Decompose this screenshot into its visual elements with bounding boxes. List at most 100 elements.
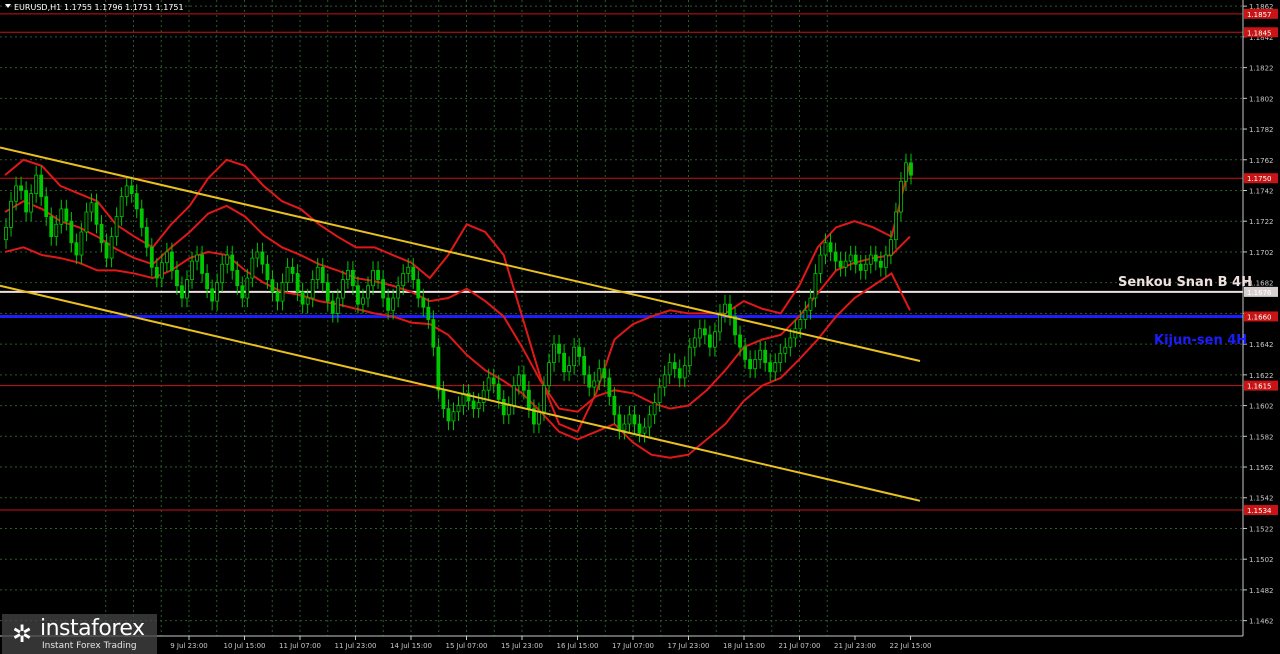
candle-body <box>39 174 44 198</box>
candle-body <box>295 273 300 293</box>
candle-body <box>748 359 753 370</box>
candle-body <box>154 266 159 279</box>
y-tick-label: 1.1582 <box>1249 433 1274 441</box>
y-tick-label: 1.1782 <box>1249 126 1274 134</box>
candle-body <box>215 282 220 302</box>
candle-body <box>723 303 727 314</box>
candle-body <box>592 380 597 388</box>
candle-body <box>361 297 365 305</box>
x-tick-label: 9 Jul 23:00 <box>170 642 208 650</box>
candle-body <box>838 260 843 268</box>
candle-body <box>552 343 556 363</box>
candle-body <box>582 356 587 376</box>
candle-body <box>381 279 385 299</box>
candle-body <box>491 377 496 385</box>
candle-body <box>687 346 692 367</box>
candle-body <box>853 254 858 265</box>
candle-body <box>778 352 783 363</box>
candle-body <box>391 297 396 311</box>
candle-body <box>702 328 707 336</box>
candle-body <box>371 269 375 287</box>
x-tick-label: 18 Jul 15:00 <box>723 642 765 650</box>
x-tick-label: 22 Jul 15:00 <box>890 642 932 650</box>
candle-body <box>476 402 481 410</box>
x-tick-label: 11 Jul 07:00 <box>279 642 321 650</box>
candle-body <box>793 328 798 339</box>
candle-body <box>114 216 119 237</box>
candle-body <box>69 220 74 244</box>
candle-body <box>803 309 808 320</box>
candle-body <box>557 343 561 354</box>
candle-body <box>180 285 184 299</box>
symbol-label: EURUSD,H1 <box>14 3 61 12</box>
candle-body <box>426 306 431 320</box>
candle-body <box>89 202 94 213</box>
candle-body <box>185 279 189 299</box>
candle-body <box>697 328 702 339</box>
candle-body <box>280 282 285 302</box>
candle-body <box>894 211 898 241</box>
candle-body <box>84 211 89 233</box>
candle-body <box>758 349 763 360</box>
logo-name: instaforex <box>40 616 145 641</box>
candle-body <box>49 216 54 237</box>
candle-body <box>54 223 59 237</box>
price-tag-label: 1.1660 <box>1247 313 1272 321</box>
y-tick-label: 1.1642 <box>1249 341 1274 349</box>
candle-body <box>602 368 607 379</box>
candle-body <box>175 269 179 287</box>
candle-body <box>567 365 572 373</box>
candle-body <box>320 266 325 284</box>
candle-body <box>662 374 667 388</box>
candle-body <box>74 242 79 256</box>
candle-body <box>888 239 893 256</box>
y-tick-label: 1.1602 <box>1249 403 1274 411</box>
candle-body <box>833 251 838 262</box>
candle-body <box>728 303 732 317</box>
candle-body <box>431 319 436 348</box>
y-tick-label: 1.1682 <box>1249 280 1274 288</box>
candle-body <box>597 368 602 382</box>
candle-body <box>79 231 84 256</box>
candle-body <box>783 346 788 354</box>
candle-body <box>139 208 144 228</box>
candle-body <box>843 260 848 268</box>
candle-body <box>330 300 335 314</box>
candle-body <box>310 279 315 299</box>
candle-body <box>129 185 134 194</box>
x-tick-label: 17 Jul 07:00 <box>612 642 654 650</box>
candle-body <box>904 162 908 182</box>
x-tick-label: 17 Jul 23:00 <box>668 642 710 650</box>
candle-body <box>9 200 13 228</box>
candle-body <box>200 254 204 274</box>
candle-body <box>290 266 295 274</box>
candle-body <box>808 297 813 311</box>
candle-body <box>406 266 411 274</box>
logo-slogan: Instant Forex Trading <box>42 641 137 651</box>
candle-body <box>24 190 29 213</box>
y-tick-label: 1.1462 <box>1249 618 1274 626</box>
candle-body <box>300 291 305 305</box>
candle-body <box>230 254 235 271</box>
candle-body <box>416 279 421 299</box>
x-tick-label: 15 Jul 23:00 <box>501 642 543 650</box>
candle-body <box>823 242 828 256</box>
price-tag-label: 1.1750 <box>1247 175 1272 183</box>
candle-body <box>99 223 104 244</box>
x-tick-label: 21 Jul 23:00 <box>834 642 876 650</box>
instaforex-logo: ✲ instaforex Instant Forex Trading <box>2 614 157 654</box>
candle-body <box>617 414 622 431</box>
price-tag-label: 1.1534 <box>1247 507 1272 515</box>
candle-body <box>210 288 215 302</box>
candle-body <box>813 273 818 299</box>
candle-body <box>798 319 803 330</box>
candle-body <box>788 337 793 348</box>
candle-body <box>411 266 416 280</box>
price-chart[interactable]: 1.18621.18421.18221.18021.17821.17621.17… <box>0 0 1280 654</box>
candle-body <box>144 226 149 248</box>
candle-body <box>356 285 360 305</box>
candle-body <box>873 254 878 262</box>
candle-body <box>109 236 114 259</box>
candle-body <box>652 402 657 416</box>
y-tick-label: 1.1762 <box>1249 157 1274 165</box>
